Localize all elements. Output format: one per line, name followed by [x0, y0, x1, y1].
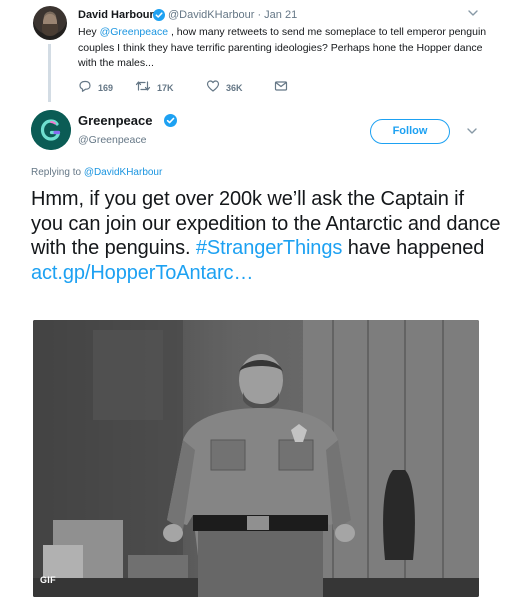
replying-prefix: Replying to	[31, 167, 84, 178]
like-count: 36K	[226, 83, 243, 93]
thread-connector-line	[48, 44, 51, 102]
like-action[interactable]: 36K	[206, 79, 243, 98]
follow-button[interactable]: Follow	[370, 119, 450, 144]
chevron-down-icon[interactable]	[466, 6, 480, 20]
greenpeace-avatar[interactable]	[31, 110, 71, 150]
gif-media[interactable]	[33, 320, 479, 597]
gif-scene-image	[33, 320, 479, 597]
verified-icon	[164, 114, 177, 127]
reply-icon[interactable]	[78, 79, 92, 98]
reply-author-meta: @DavidKHarbour · Jan 21	[168, 9, 297, 21]
replying-to-line: Replying to @DavidKHarbour	[31, 167, 162, 178]
verified-icon	[153, 9, 165, 21]
message-action[interactable]	[274, 80, 288, 96]
david-harbour-avatar[interactable]	[33, 6, 67, 40]
gif-badge: GIF	[40, 575, 56, 585]
message-icon[interactable]	[274, 79, 288, 98]
like-icon[interactable]	[206, 79, 220, 98]
mention-link[interactable]: @Greenpeace	[100, 26, 168, 38]
main-tweet-text: Hmm, if you get over 200k we’ll ask the …	[31, 187, 501, 285]
reply-tweet-text: Hey @Greenpeace , how many retweets to s…	[78, 25, 488, 72]
main-author-name[interactable]: Greenpeace	[78, 113, 152, 128]
reply-tweet-actions: 169 17K 36K	[78, 79, 308, 98]
reply-tweet: David Harbour @DavidKHarbour · Jan 21 He…	[0, 0, 510, 102]
main-author-handle[interactable]: @Greenpeace	[78, 134, 146, 146]
main-text-mid: have happened	[342, 237, 485, 259]
retweet-action[interactable]: 17K	[135, 80, 174, 96]
reply-text-before: Hey	[78, 26, 100, 38]
replying-to-mention[interactable]: @DavidKHarbour	[84, 167, 163, 178]
reply-count: 169	[98, 83, 114, 93]
chevron-down-icon[interactable]	[465, 124, 479, 138]
reply-date[interactable]: Jan 21	[264, 9, 297, 21]
greenpeace-logo-icon	[31, 110, 71, 150]
retweet-icon[interactable]	[135, 79, 151, 98]
retweet-count: 17K	[157, 83, 174, 93]
url-link[interactable]: act.gp/HopperToAntarc…	[31, 262, 253, 284]
reply-action[interactable]: 169	[78, 80, 113, 96]
hashtag-link[interactable]: #StrangerThings	[196, 237, 342, 259]
reply-author-name[interactable]: David Harbour	[78, 9, 154, 21]
reply-author-handle[interactable]: @DavidKHarbour	[168, 9, 254, 21]
